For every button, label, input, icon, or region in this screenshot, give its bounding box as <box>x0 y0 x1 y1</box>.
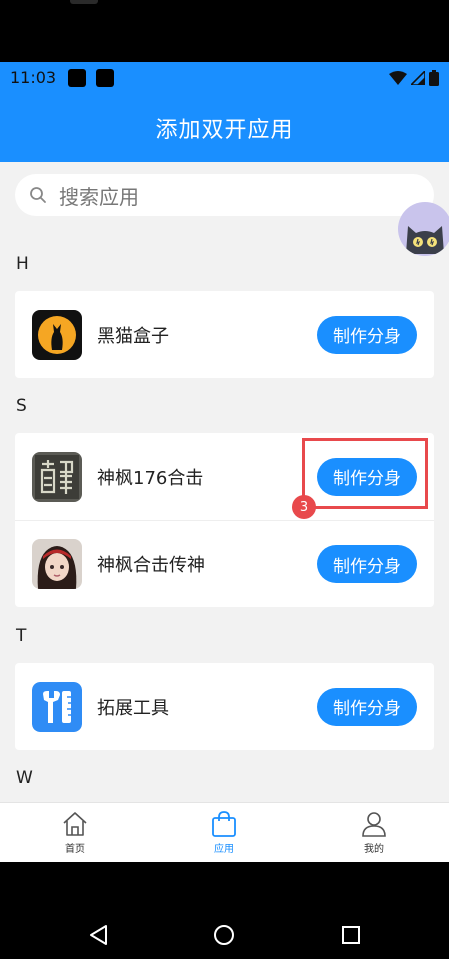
section-card-t: 拓展工具 制作分身 <box>15 663 434 750</box>
tutorial-step-badge: 3 <box>292 495 316 519</box>
status-icons <box>389 68 439 88</box>
wifi-icon <box>389 71 407 85</box>
make-clone-button[interactable]: 制作分身 <box>317 687 417 726</box>
home-circle-icon[interactable] <box>213 924 235 946</box>
app-name: 神枫合击传神 <box>97 555 205 576</box>
tab-label: 首页 <box>65 844 85 855</box>
tools-icon <box>32 681 82 732</box>
floating-cat-button[interactable] <box>398 202 449 256</box>
recents-icon[interactable] <box>341 924 361 946</box>
notification-icon <box>68 69 86 87</box>
app-icon-shenfeng-chuanshen <box>32 539 82 589</box>
notification-icon <box>96 69 114 87</box>
tab-apps[interactable]: 应用 <box>179 803 269 863</box>
app-name: 黑猫盒子 <box>97 325 169 347</box>
app-name: 拓展工具 <box>97 697 169 719</box>
section-letter-h: H <box>16 254 29 274</box>
search-placeholder: 搜索应用 <box>59 184 139 209</box>
status-bar: 11:03 <box>0 62 449 94</box>
app-icon-shenfeng176 <box>32 451 82 502</box>
make-clone-button[interactable]: 制作分身 <box>317 545 417 583</box>
app-icon-tuozhan <box>32 681 82 732</box>
list-item: 拓展工具 制作分身 <box>15 663 434 750</box>
app-icon-heimao <box>32 309 82 360</box>
camera-notch <box>70 0 98 4</box>
search-input[interactable]: 搜索应用 <box>15 174 434 216</box>
list-item: 神枫合击传神 制作分身 <box>15 520 434 607</box>
tab-home[interactable]: 首页 <box>30 803 120 863</box>
cat-avatar-icon <box>406 226 444 254</box>
signal-icon <box>411 71 425 85</box>
shopping-bag-icon <box>212 811 236 837</box>
section-letter-t: T <box>16 626 27 646</box>
tutorial-highlight-box <box>302 438 428 509</box>
top-black-area <box>0 0 449 62</box>
tab-label: 我的 <box>364 844 384 855</box>
section-card-h: 黑猫盒子 制作分身 <box>15 291 434 378</box>
list-item: 黑猫盒子 制作分身 <box>15 291 434 378</box>
section-letter-s: S <box>16 396 27 416</box>
section-letter-w: W <box>16 768 33 788</box>
search-icon <box>30 187 46 203</box>
battery-icon <box>429 70 439 86</box>
bottom-tab-bar: 首页 应用 我的 <box>0 802 449 862</box>
app-header: 添加双开应用 <box>0 94 449 162</box>
app-name: 神枫176合击 <box>97 467 204 489</box>
dragon-character-icon <box>32 451 82 502</box>
tab-label: 应用 <box>214 844 234 855</box>
tab-mine[interactable]: 我的 <box>329 803 419 863</box>
home-icon <box>63 812 87 836</box>
page-title: 添加双开应用 <box>155 118 294 143</box>
status-time: 11:03 <box>10 68 57 87</box>
black-cat-icon <box>32 309 82 360</box>
make-clone-button[interactable]: 制作分身 <box>317 315 417 354</box>
user-icon <box>362 812 386 837</box>
back-icon[interactable] <box>88 924 108 946</box>
character-portrait-icon <box>32 539 82 589</box>
